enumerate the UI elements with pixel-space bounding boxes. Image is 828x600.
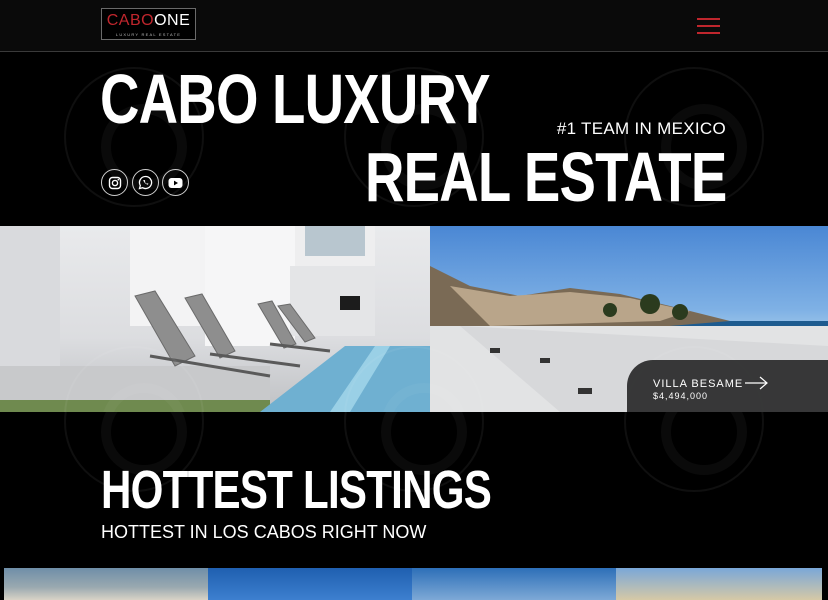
hero-title-line2: REAL ESTATE <box>364 138 726 216</box>
youtube-icon[interactable] <box>162 169 189 196</box>
cabo-one-logo[interactable]: CABOONE LUXURY REAL ESTATE <box>101 8 196 40</box>
hero-tagline: #1 TEAM IN MEXICO <box>556 119 726 138</box>
listing-price: $4,494,000 <box>653 391 709 401</box>
logo-tagline: LUXURY REAL ESTATE <box>115 32 182 37</box>
section-subtitle: HOTTEST IN LOS CABOS RIGHT NOW <box>101 522 427 542</box>
featured-listing-card[interactable]: VILLA BESAME $4,494,000 <box>627 360 828 412</box>
listing-name: VILLA BESAME <box>653 378 744 390</box>
listing-thumbnail[interactable] <box>412 568 616 600</box>
site-header: CABOONE LUXURY REAL ESTATE <box>0 0 828 52</box>
logo-wordmark: CABOONE <box>102 13 195 29</box>
hamburger-menu-icon[interactable] <box>697 16 720 36</box>
arrow-right-icon[interactable] <box>745 376 769 390</box>
logo-one-text: ONE <box>154 12 191 29</box>
hottest-listings-section: HOTTEST LISTINGS HOTTEST IN LOS CABOS RI… <box>0 412 828 568</box>
whatsapp-icon[interactable] <box>132 169 159 196</box>
listing-thumbnail[interactable] <box>208 568 412 600</box>
section-title: HOTTEST LISTINGS <box>101 460 492 520</box>
hero-title-line1: CABO LUXURY <box>100 60 491 138</box>
logo-cabo-text: CABO <box>106 12 155 29</box>
listing-thumbnail[interactable] <box>616 568 822 600</box>
listing-thumbnail[interactable] <box>4 568 208 600</box>
logo-watermark-icon <box>624 412 764 492</box>
instagram-icon[interactable] <box>101 169 128 196</box>
hero-section: CABO LUXURY #1 TEAM IN MEXICO REAL ESTAT… <box>0 53 828 225</box>
listing-thumbnails <box>0 568 828 600</box>
